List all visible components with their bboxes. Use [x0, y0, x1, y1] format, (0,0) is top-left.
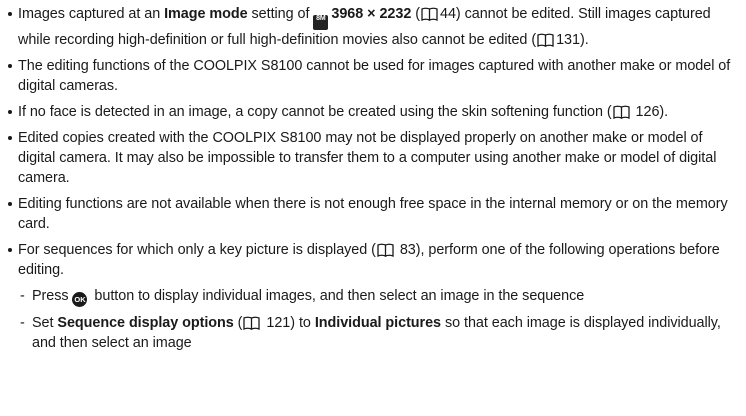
book-reference-icon [377, 243, 394, 257]
page-reference: 44 [439, 6, 456, 22]
note-text: Set [32, 315, 58, 331]
note-image-mode: Images captured at an Image mode setting… [8, 4, 738, 50]
book-reference-icon [537, 33, 554, 47]
page-reference: 126 [635, 104, 660, 120]
note-text: ). [579, 32, 589, 48]
note-text: If no face is detected in an image, a co… [18, 104, 612, 120]
note-text: For sequences for which only a key pictu… [18, 242, 376, 258]
page-reference: 131 [556, 32, 580, 48]
note-text: setting of [247, 6, 314, 22]
image-mode-term: Image mode [164, 6, 248, 22]
note-text: Editing functions are not available when… [18, 196, 728, 232]
book-reference-icon [243, 316, 261, 330]
book-reference-icon [612, 105, 630, 119]
sequence-display-term: Sequence display options [57, 315, 234, 331]
note-text: ). [659, 104, 669, 120]
book-reference-icon [421, 7, 438, 21]
note-text: Images captured at an [18, 6, 165, 22]
note-sequences: For sequences for which only a key pictu… [8, 240, 738, 353]
sub-item-press-ok: Press OK button to display individual im… [18, 286, 738, 307]
note-text: ( [233, 315, 243, 331]
note-free-space: Editing functions are not available when… [8, 194, 738, 234]
page-reference: 83 [399, 242, 416, 258]
image-size-value: 3968 × 2232 [331, 6, 412, 22]
note-text: Edited copies created with the COOLPIX S… [18, 130, 717, 186]
notes-list: Images captured at an Image mode setting… [8, 4, 738, 353]
note-skin-softening: If no face is detected in an image, a co… [8, 102, 738, 122]
manual-page: Images captured at an Image mode setting… [0, 0, 746, 353]
ok-button-icon: OK [72, 292, 88, 307]
note-text: ) to [290, 315, 315, 331]
note-text: Press [32, 288, 73, 304]
individual-pictures-term: Individual pictures [314, 315, 442, 331]
note-text: The editing functions of the COOLPIX S81… [18, 58, 731, 94]
note-other-cameras: The editing functions of the COOLPIX S81… [8, 56, 738, 96]
sequence-options-list: Press OK button to display individual im… [18, 286, 738, 353]
image-size-icon: 8M [313, 15, 329, 30]
page-reference: 121 [266, 315, 291, 331]
sub-item-sequence-display: Set Sequence display options ( 121) to I… [18, 313, 738, 353]
note-edited-copies: Edited copies created with the COOLPIX S… [8, 128, 738, 188]
note-text: button to display individual images, and… [90, 288, 585, 304]
